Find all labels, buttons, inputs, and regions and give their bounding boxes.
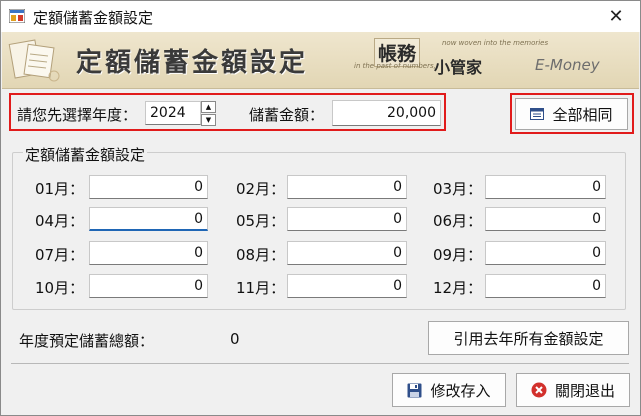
footer-separator: [11, 363, 629, 364]
total-label: 年度預定儲蓄總額：: [19, 332, 155, 350]
month-label-01: 01月：: [35, 180, 85, 198]
save-label: 修改存入: [430, 381, 491, 400]
dialog-window: 定額儲蓄金額設定 ✕ 定額儲蓄金額設定 帳務 now woven into th…: [0, 0, 641, 416]
month-input-12[interactable]: [485, 274, 606, 298]
banner-logo-brand: E-Money: [535, 56, 600, 74]
month-input-10[interactable]: [89, 274, 208, 298]
month-label-02: 02月：: [236, 180, 286, 198]
year-spinner[interactable]: ▲ ▼: [201, 101, 216, 126]
month-label-05: 05月：: [236, 212, 286, 230]
copy-last-year-button[interactable]: 引用去年所有金額設定: [428, 321, 629, 355]
header-banner: 定額儲蓄金額設定 帳務 now woven into the memories …: [2, 32, 639, 89]
banner-logo-tagline-2: in the past of numbers,: [354, 62, 436, 70]
month-label-06: 06月：: [433, 212, 483, 230]
month-input-08[interactable]: [287, 241, 407, 265]
month-label-08: 08月：: [236, 246, 286, 264]
apply-all-label: 全部相同: [552, 105, 613, 124]
notebook-decor-icon: [8, 39, 60, 82]
group-title: 定額儲蓄金額設定: [23, 144, 148, 165]
month-label-07: 07月：: [35, 246, 85, 264]
total-value: 0: [230, 330, 240, 348]
month-input-01[interactable]: [89, 175, 208, 199]
copy-last-year-label: 引用去年所有金額設定: [453, 329, 604, 348]
banner-logo-tagline-1: now woven into the memories: [442, 39, 549, 47]
month-input-07[interactable]: [89, 241, 208, 265]
window-close-button[interactable]: ✕: [598, 3, 634, 29]
month-input-02[interactable]: [287, 175, 407, 199]
year-label: 請您先選擇年度：: [17, 106, 138, 124]
table-icon: [530, 108, 545, 120]
month-input-11[interactable]: [287, 274, 407, 298]
amount-label: 儲蓄金額：: [249, 106, 325, 124]
app-icon: [9, 9, 25, 23]
month-input-09[interactable]: [485, 241, 606, 265]
close-icon: ✕: [608, 5, 624, 27]
title-bar: 定額儲蓄金額設定 ✕: [1, 1, 640, 32]
banner-logo-sub: 小管家: [434, 58, 483, 77]
exit-button[interactable]: 關閉退出: [516, 373, 630, 407]
month-input-03[interactable]: [485, 175, 606, 199]
apply-all-button[interactable]: 全部相同: [515, 98, 628, 130]
floppy-disk-icon: [407, 383, 422, 397]
month-label-03: 03月：: [433, 180, 483, 198]
save-button[interactable]: 修改存入: [392, 373, 506, 407]
spin-down-icon[interactable]: ▼: [201, 114, 216, 126]
month-label-09: 09月：: [433, 246, 483, 264]
month-input-06[interactable]: [485, 207, 606, 231]
exit-label: 關閉退出: [554, 381, 615, 400]
amount-input[interactable]: [332, 100, 441, 126]
month-label-04: 04月：: [35, 212, 85, 230]
banner-title: 定額儲蓄金額設定: [76, 48, 309, 78]
month-label-10: 10月：: [35, 279, 85, 297]
close-circle-icon: [531, 382, 547, 398]
spin-up-icon[interactable]: ▲: [201, 101, 216, 113]
window-title: 定額儲蓄金額設定: [33, 9, 154, 27]
month-input-04[interactable]: [89, 207, 208, 231]
month-input-05[interactable]: [287, 207, 407, 231]
month-label-12: 12月：: [433, 279, 483, 297]
month-label-11: 11月：: [236, 279, 286, 297]
year-input[interactable]: [145, 101, 201, 125]
